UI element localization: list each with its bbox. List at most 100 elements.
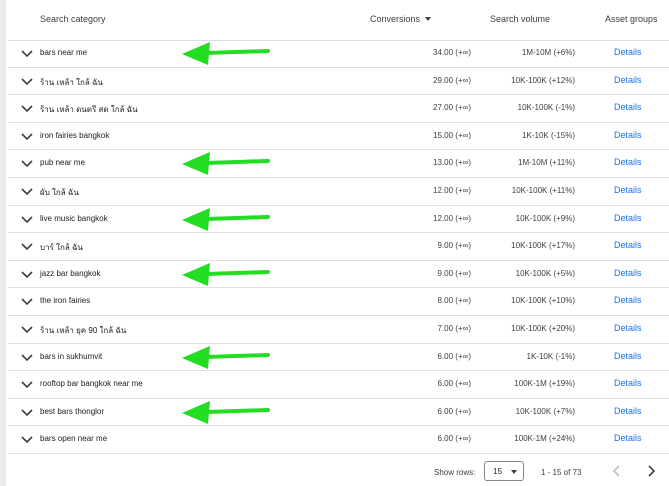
conversions-cell: 6.00 (+∞) — [437, 406, 472, 416]
table-row: ร้าน เหล้า ดนตรี สด ใกล้ ฉัน 27.00 (+∞) 10… — [8, 95, 669, 123]
column-header-asset-groups: Asset groups — [605, 14, 658, 24]
expand-row-button[interactable] — [20, 325, 34, 335]
conversions-cell: 9.00 (+∞) — [437, 241, 472, 251]
expand-row-button[interactable] — [20, 77, 34, 87]
table-row: live music bangkok 12.00 (+∞) 10K-100K (+9… — [8, 206, 669, 234]
table-body: bars near me 34.00 (+∞) 1M-10M (+6%) Detail… — [8, 40, 669, 454]
search-category-cell: the iron fairies — [40, 296, 91, 306]
arrow-left-annotation — [182, 207, 270, 231]
details-link[interactable]: Details — [614, 185, 642, 195]
arrow-left-annotation — [182, 262, 270, 286]
chevron-left-icon — [612, 465, 620, 477]
expand-row-button[interactable] — [20, 408, 34, 418]
sort-descending-icon — [425, 17, 432, 21]
expand-row-button[interactable] — [20, 297, 34, 307]
search-volume-cell: 1M-10M (+11%) — [518, 158, 575, 168]
arrow-left-annotation — [182, 400, 270, 424]
column-header-conversions[interactable]: Conversions — [370, 14, 432, 24]
conversions-cell: 12.00 (+∞) — [433, 213, 471, 223]
expand-row-button[interactable] — [20, 270, 34, 280]
search-category-cell: บาร์ ใกล้ ฉัน — [40, 243, 83, 253]
search-category-cell: ร้าน เหล้า ดนตรี สด ใกล้ ฉัน — [40, 105, 138, 115]
chevron-down-icon — [21, 215, 33, 223]
search-category-cell: bars in sukhumvit — [40, 351, 103, 361]
conversions-cell: 34.00 (+∞) — [433, 48, 471, 57]
search-category-cell: best bars thonglor — [40, 406, 105, 416]
search-volume-cell: 1K-10K (-1%) — [526, 351, 575, 361]
expand-row-button[interactable] — [20, 159, 34, 169]
search-volume-cell: 10K-100K (+9%) — [515, 213, 575, 223]
details-link[interactable]: Details — [614, 213, 642, 223]
arrow-left-annotation — [182, 42, 270, 65]
conversions-cell: 7.00 (+∞) — [437, 323, 472, 333]
table-row: bars open near me 6.00 (+∞) 100K-1M (+24%)… — [8, 426, 669, 454]
expand-row-button[interactable] — [20, 215, 34, 225]
left-rail — [0, 0, 6, 486]
conversions-cell: 12.00 (+∞) — [433, 185, 471, 195]
expand-row-button[interactable] — [20, 104, 34, 114]
conversions-cell: 13.00 (+∞) — [433, 158, 471, 168]
details-link[interactable]: Details — [614, 102, 642, 112]
arrow-left-annotation — [182, 152, 270, 176]
details-link[interactable]: Details — [614, 268, 642, 278]
conversions-cell: 29.00 (+∞) — [433, 75, 471, 85]
expand-row-button[interactable] — [20, 435, 34, 445]
expand-row-button[interactable] — [20, 380, 34, 390]
chevron-right-icon — [648, 465, 656, 477]
conversions-cell: 6.00 (+∞) — [437, 379, 472, 389]
column-header-search-category: Search category — [40, 14, 106, 24]
search-volume-cell: 10K-100K (+12%) — [511, 75, 575, 85]
conversions-cell: 8.00 (+∞) — [437, 296, 472, 306]
details-link[interactable]: Details — [614, 378, 642, 388]
expand-row-button[interactable] — [20, 242, 34, 252]
details-link[interactable]: Details — [614, 47, 642, 57]
details-link[interactable]: Details — [614, 323, 642, 333]
details-link[interactable]: Details — [614, 433, 642, 443]
search-category-cell: iron fairies bangkok — [40, 130, 110, 140]
conversions-cell: 27.00 (+∞) — [433, 103, 471, 113]
table-row: บาร์ ใกล้ ฉัน 9.00 (+∞) 10K-100K (+17%) Det… — [8, 233, 669, 261]
search-volume-cell: 1M-10M (+6%) — [521, 48, 575, 57]
details-link[interactable]: Details — [614, 351, 642, 361]
conversions-cell: 15.00 (+∞) — [433, 130, 471, 140]
search-volume-cell: 10K-100K (+7%) — [515, 406, 575, 416]
chevron-down-icon — [21, 160, 33, 168]
expand-row-button[interactable] — [20, 353, 34, 363]
details-link[interactable]: Details — [614, 295, 642, 305]
chevron-down-icon — [21, 50, 33, 58]
previous-page-button[interactable] — [608, 462, 626, 480]
table-row: ร้าน เหล้า ใกล้ ฉัน 29.00 (+∞) 10K-100K (+… — [8, 68, 669, 96]
chevron-down-icon — [21, 298, 33, 306]
search-volume-cell: 10K-100K (+10%) — [511, 296, 575, 306]
search-categories-table: Search category Conversions Search volum… — [8, 0, 669, 486]
search-category-cell: rooftop bar bangkok near me — [40, 379, 143, 389]
search-volume-cell: 100K-1M (+19%) — [514, 379, 575, 389]
search-volume-cell: 1K-10K (-15%) — [522, 130, 575, 140]
search-category-cell: jazz bar bangkok — [40, 268, 101, 278]
chevron-down-icon — [21, 78, 33, 85]
table-header: Search category Conversions Search volum… — [8, 0, 669, 41]
conversions-cell: 6.00 (+∞) — [437, 351, 472, 361]
details-link[interactable]: Details — [614, 240, 642, 250]
table-row: rooftop bar bangkok near me 6.00 (+∞) 100K… — [8, 371, 669, 399]
expand-row-button[interactable] — [20, 49, 34, 59]
dropdown-caret-icon — [511, 470, 517, 474]
rows-per-page-select[interactable]: 15 — [484, 461, 524, 481]
chevron-down-icon — [21, 409, 33, 416]
chevron-down-icon — [21, 381, 33, 389]
pagination-range: 1 - 15 of 73 — [541, 468, 582, 477]
chevron-down-icon — [21, 243, 33, 251]
search-category-cell: live music bangkok — [40, 213, 108, 223]
details-link[interactable]: Details — [614, 157, 642, 167]
chevron-down-icon — [21, 271, 33, 278]
details-link[interactable]: Details — [614, 130, 642, 140]
search-volume-cell: 10K-100K (+11%) — [511, 185, 575, 195]
next-page-button[interactable] — [642, 462, 660, 480]
column-header-conversions-label: Conversions — [370, 14, 421, 24]
expand-row-button[interactable] — [20, 132, 34, 142]
table-row: ร้าน เหล้า ยุค 90 ใกล้ ฉัน 7.00 (+∞) 10K-1… — [8, 316, 669, 344]
details-link[interactable]: Details — [614, 406, 642, 416]
details-link[interactable]: Details — [614, 75, 642, 85]
expand-row-button[interactable] — [20, 187, 34, 197]
table-row: the iron fairies 8.00 (+∞) 10K-100K (+10%)… — [8, 288, 669, 316]
